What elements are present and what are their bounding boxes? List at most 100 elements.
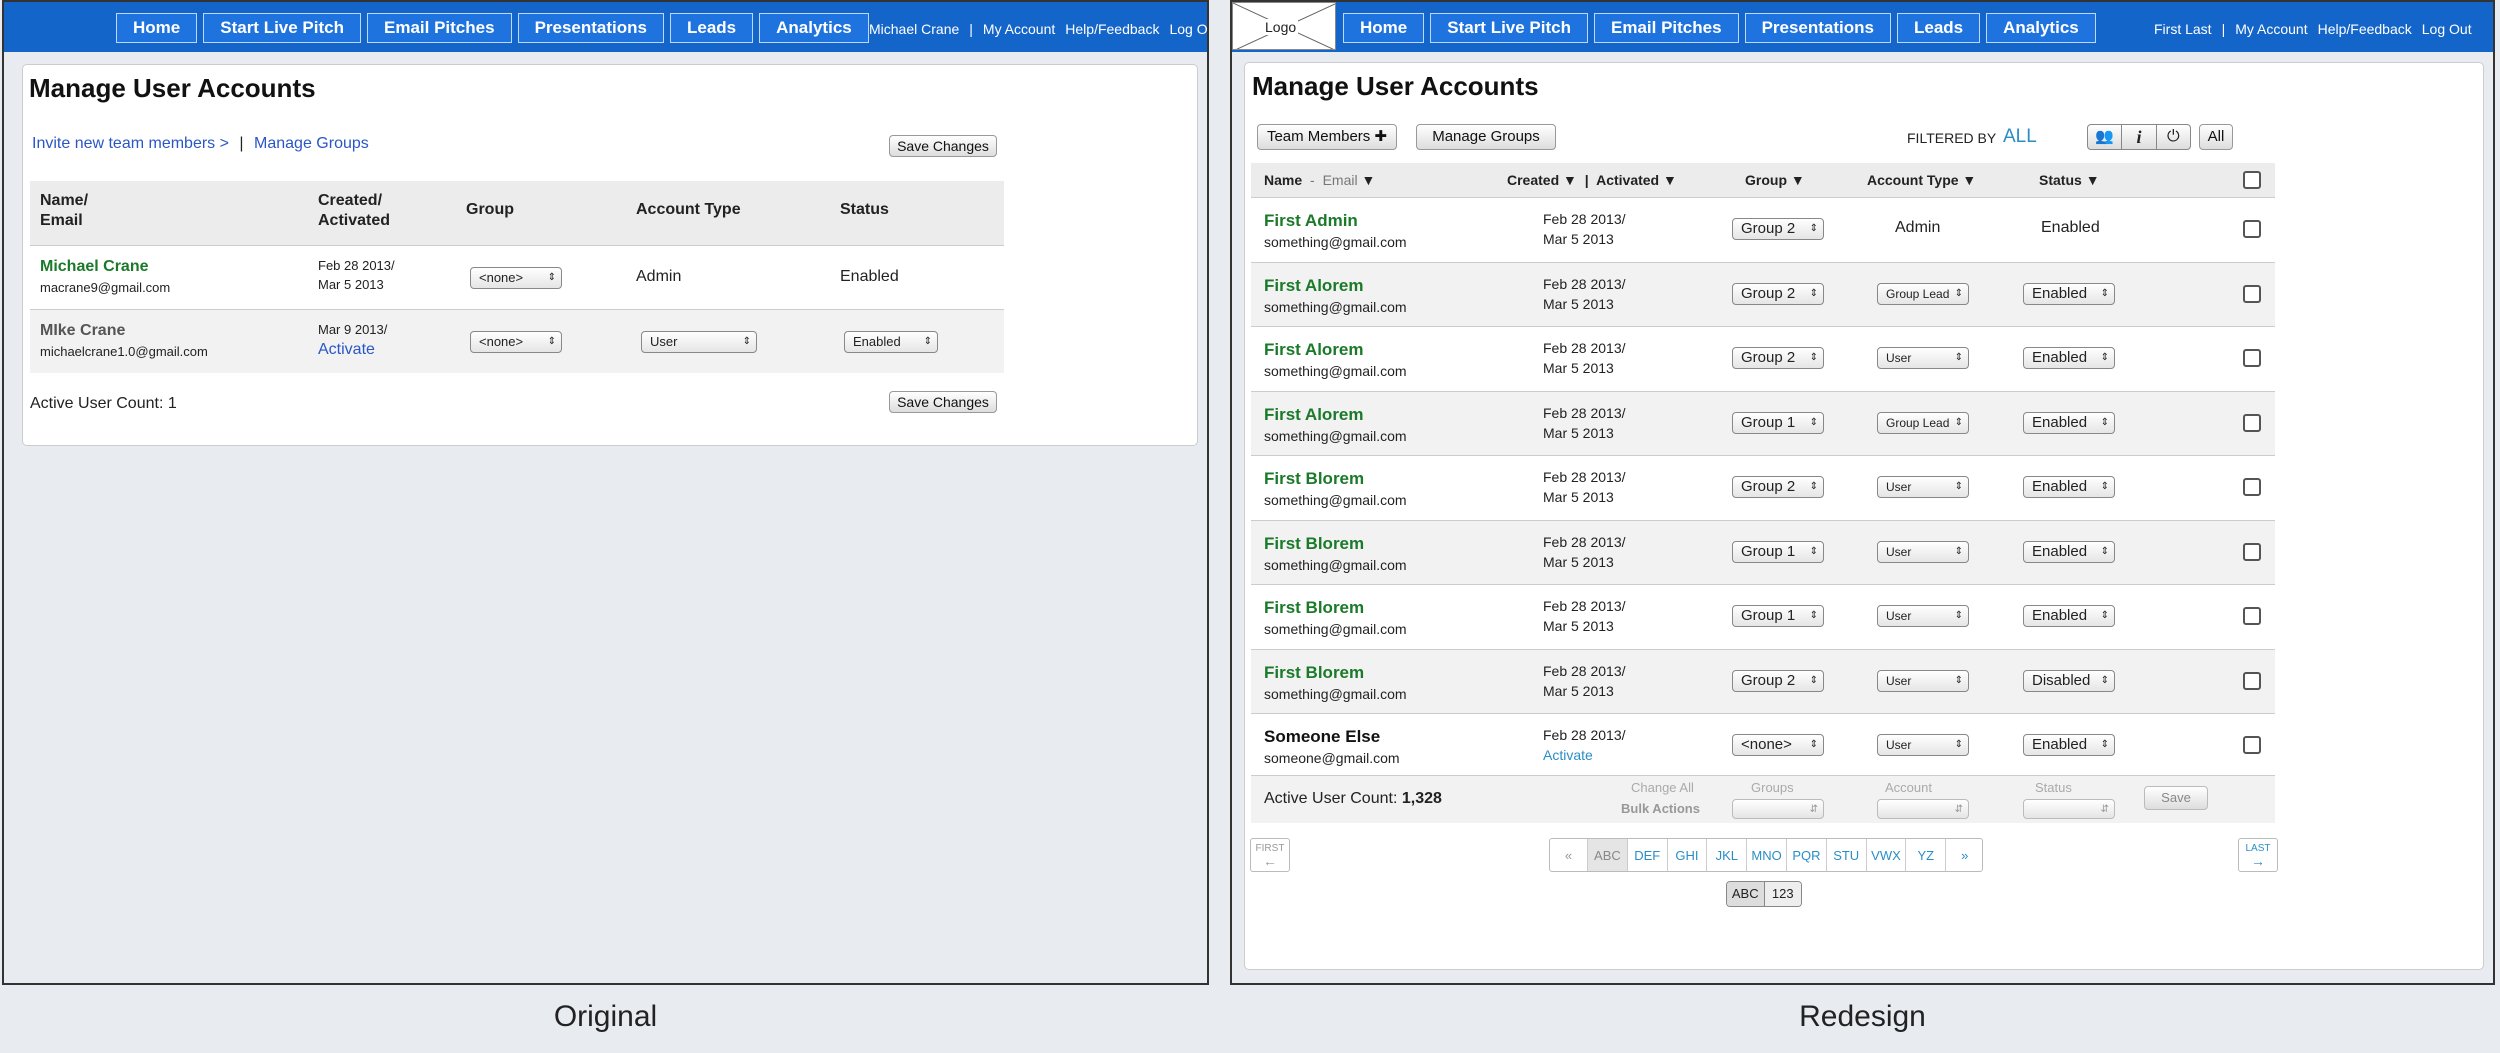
group-select[interactable]: Group 2 ⇕	[1732, 476, 1824, 498]
row-checkbox[interactable]	[2243, 542, 2261, 561]
group-select[interactable]: Group 2 ⇕	[1732, 347, 1824, 369]
group-select[interactable]: Group 1 ⇕	[1732, 411, 1824, 434]
sort-down-icon[interactable]: ▼	[1362, 172, 1376, 188]
toggle-abc[interactable]: ABC	[1727, 882, 1765, 906]
nav-start-live-pitch[interactable]: Start Live Pitch	[1430, 13, 1588, 43]
sort-down-icon[interactable]: ▼	[1563, 172, 1577, 188]
account-type-select[interactable]: User ⇕	[1877, 476, 1969, 498]
col-created-header[interactable]: Created	[1507, 172, 1559, 188]
first-page-button[interactable]: FIRST ←	[1250, 838, 1290, 872]
status-select[interactable]: Disabled ⇕	[2023, 669, 2115, 692]
power-filter-icon[interactable]: ⏻	[2157, 125, 2190, 149]
page-pqr[interactable]: PQR	[1787, 839, 1827, 871]
user-link-help-feedback[interactable]: Help/Feedback	[1065, 21, 1159, 37]
user-link-help-feedback[interactable]: Help/Feedback	[2318, 21, 2412, 37]
status-select[interactable]: Enabled ⇕	[2023, 282, 2115, 305]
group-select[interactable]: Group 1 ⇕	[1732, 605, 1824, 627]
nav-leads[interactable]: Leads	[670, 13, 754, 43]
group-select[interactable]: <none> ⇕	[470, 331, 562, 353]
nav-presentations[interactable]: Presentations	[1744, 13, 1891, 43]
page-stu[interactable]: STU	[1827, 839, 1867, 871]
col-status-header[interactable]: Status	[2039, 172, 2082, 188]
row-checkbox[interactable]	[2243, 478, 2261, 496]
info-filter-icon[interactable]: i	[2122, 125, 2157, 149]
status-select[interactable]: Enabled ⇕	[2023, 411, 2115, 434]
account-type-select[interactable]: User ⇕	[1877, 605, 1969, 627]
row-checkbox[interactable]	[2243, 220, 2261, 238]
nav-leads[interactable]: Leads	[1897, 13, 1981, 43]
account-type-select[interactable]: Group Lead ⇕	[1877, 282, 1969, 305]
nav-email-pitches[interactable]: Email Pitches	[1594, 13, 1739, 43]
row-checkbox[interactable]	[2243, 413, 2261, 432]
page-ghi[interactable]: GHI	[1668, 839, 1708, 871]
team-members-button[interactable]: Team Members ✚	[1257, 124, 1397, 150]
row-checkbox[interactable]	[2243, 284, 2261, 303]
activate-link[interactable]: Activate	[318, 341, 375, 359]
row-checkbox[interactable]	[2243, 607, 2261, 625]
user-name[interactable]: First Blorem	[1264, 663, 1364, 683]
account-type-select[interactable]: User ⇕	[1877, 734, 1969, 756]
user-name[interactable]: First Alorem	[1264, 276, 1364, 296]
user-name[interactable]: First Blorem	[1264, 598, 1364, 618]
activate-link[interactable]: Activate	[1543, 747, 1593, 763]
nav-home[interactable]: Home	[1343, 13, 1425, 43]
user-name[interactable]: First Alorem	[1264, 340, 1364, 360]
user-name[interactable]: Someone Else	[1264, 727, 1380, 747]
manage-groups-button[interactable]: Manage Groups	[1416, 124, 1556, 150]
filter-all-button[interactable]: All	[2199, 124, 2233, 150]
toggle-123[interactable]: 123	[1764, 882, 1801, 906]
nav-presentations[interactable]: Presentations	[517, 13, 664, 43]
page-prev[interactable]: «	[1550, 839, 1588, 871]
status-select[interactable]: Enabled ⇕	[2023, 540, 2115, 563]
group-select[interactable]: Group 2 ⇕	[1732, 669, 1824, 692]
user-link-my-account[interactable]: My Account	[2235, 21, 2307, 37]
row-checkbox[interactable]	[2243, 349, 2261, 367]
select-all-checkbox[interactable]	[2243, 171, 2261, 189]
sort-down-icon[interactable]: ▼	[1663, 172, 1677, 188]
group-select[interactable]: Group 1 ⇕	[1732, 540, 1824, 563]
page-mno[interactable]: MNO	[1747, 839, 1787, 871]
user-name[interactable]: First Alorem	[1264, 405, 1364, 425]
user-name[interactable]: First Admin	[1264, 211, 1358, 231]
col-name-header[interactable]: Name	[1264, 172, 1302, 188]
group-select[interactable]: <none> ⇕	[1732, 734, 1824, 756]
account-type-select[interactable]: User ⇕	[641, 331, 757, 353]
page-jkl[interactable]: JKL	[1707, 839, 1748, 871]
status-select[interactable]: Enabled ⇕	[844, 331, 938, 353]
group-select[interactable]: Group 2 ⇕	[1732, 282, 1824, 305]
nav-analytics[interactable]: Analytics	[759, 13, 869, 43]
col-email-header[interactable]: Email	[1323, 172, 1358, 188]
bulk-status-select[interactable]: ⇵	[2023, 799, 2115, 819]
group-select[interactable]: Group 2 ⇕	[1732, 218, 1824, 240]
save-changes-button-bottom[interactable]: Save Changes	[889, 391, 997, 413]
page-yz[interactable]: YZ	[1906, 839, 1947, 871]
nav-email-pitches[interactable]: Email Pitches	[367, 13, 512, 43]
status-select[interactable]: Enabled ⇕	[2023, 347, 2115, 369]
user-name[interactable]: First Blorem	[1264, 534, 1364, 554]
user-link-my-account[interactable]: My Account	[983, 21, 1055, 37]
sort-down-icon[interactable]: ▼	[2086, 172, 2100, 188]
user-link-log-out[interactable]: Log Out	[1169, 21, 1207, 37]
invite-team-link[interactable]: Invite new team members >	[32, 135, 229, 152]
col-account-type-header[interactable]: Account Type	[1867, 172, 1959, 188]
row-checkbox[interactable]	[2243, 671, 2261, 690]
status-select[interactable]: Enabled ⇕	[2023, 476, 2115, 498]
page-abc[interactable]: ABC	[1588, 839, 1628, 871]
sort-down-icon[interactable]: ▼	[1962, 172, 1976, 188]
col-group-header[interactable]: Group	[1745, 172, 1787, 188]
col-activated-header[interactable]: Activated	[1596, 172, 1659, 188]
team-filter-icon[interactable]: 👥	[2088, 125, 2123, 149]
user-link-michael-crane[interactable]: Michael Crane	[869, 21, 959, 37]
sort-down-icon[interactable]: ▼	[1791, 172, 1805, 188]
user-name[interactable]: First Blorem	[1264, 469, 1364, 489]
page-def[interactable]: DEF	[1628, 839, 1668, 871]
user-link-log-out[interactable]: Log Out	[2422, 21, 2472, 37]
manage-groups-link[interactable]: Manage Groups	[254, 135, 369, 152]
user-name[interactable]: Michael Crane	[40, 258, 148, 276]
row-checkbox[interactable]	[2243, 736, 2261, 754]
account-type-select[interactable]: Group Lead ⇕	[1877, 411, 1969, 434]
status-select[interactable]: Enabled ⇕	[2023, 734, 2115, 756]
page-vwx[interactable]: VWX	[1867, 839, 1907, 871]
account-type-select[interactable]: User ⇕	[1877, 347, 1969, 369]
bulk-account-select[interactable]: ⇵	[1877, 799, 1969, 819]
